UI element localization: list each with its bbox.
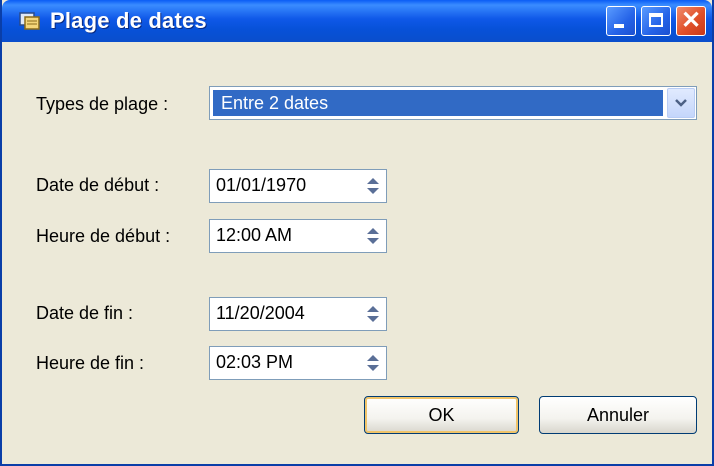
end-date-field[interactable]: 11/20/2004 [209, 297, 387, 331]
minimize-button[interactable] [606, 6, 636, 36]
range-type-select[interactable]: Entre 2 dates [209, 86, 697, 120]
title-bar[interactable]: Plage de dates ✕ [2, 0, 712, 42]
end-time-field[interactable]: 02:03 PM [209, 346, 387, 380]
app-icon [18, 9, 42, 31]
end-time-label: Heure de fin : [36, 353, 145, 373]
range-type-value: Entre 2 dates [213, 90, 663, 116]
end-date-label: Date de fin : [36, 303, 134, 323]
start-time-value: 12:00 AM [216, 225, 293, 245]
end-time-value: 02:03 PM [216, 352, 294, 372]
start-date-field[interactable]: 01/01/1970 [209, 169, 387, 203]
start-time-label: Heure de début : [36, 226, 171, 246]
window-title: Plage de dates [50, 8, 207, 33]
range-type-label: Types de plage : [36, 94, 169, 114]
ok-button[interactable]: OK [364, 396, 519, 434]
spin-arrows-icon[interactable] [364, 176, 382, 196]
minimize-icon [614, 24, 624, 28]
start-date-value: 01/01/1970 [216, 175, 307, 195]
spin-arrows-icon[interactable] [364, 353, 382, 373]
end-date-value: 11/20/2004 [216, 303, 305, 323]
close-icon: ✕ [680, 7, 702, 34]
spin-arrows-icon[interactable] [364, 304, 382, 324]
start-time-field[interactable]: 12:00 AM [209, 219, 387, 253]
maximize-icon [649, 13, 663, 27]
close-button[interactable]: ✕ [676, 6, 706, 36]
dialog-window: Plage de dates ✕ Types de plage : Entre … [0, 0, 714, 466]
start-date-label: Date de début : [36, 175, 160, 195]
chevron-down-icon[interactable] [667, 88, 695, 118]
spin-arrows-icon[interactable] [364, 226, 382, 246]
cancel-button[interactable]: Annuler [539, 396, 697, 434]
maximize-button[interactable] [641, 6, 671, 36]
